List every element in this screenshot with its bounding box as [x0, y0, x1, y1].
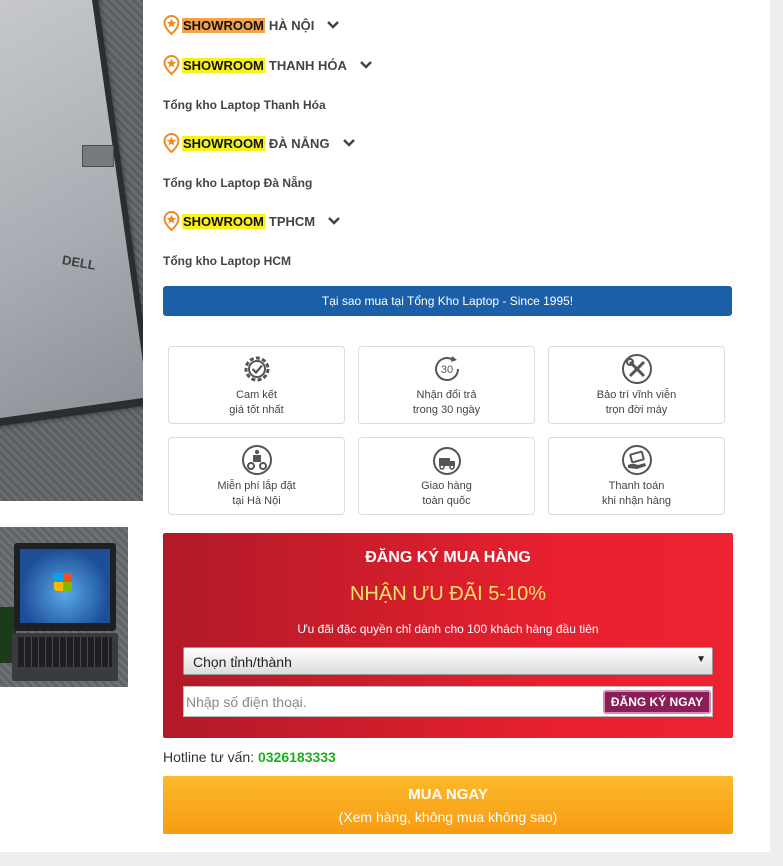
chevron-down-icon[interactable] — [326, 20, 340, 30]
showroom-hcm[interactable]: SHOWROOM TPHCM — [163, 209, 341, 233]
buy-now-sublabel: (Xem hàng, không mua không sao) — [338, 809, 558, 825]
location-pin-icon — [163, 55, 180, 75]
chevron-down-icon[interactable] — [359, 60, 373, 70]
hotline: Hotline tư vấn: 0326183333 — [163, 749, 336, 765]
register-title: ĐĂNG KÝ MUA HÀNG — [365, 549, 531, 566]
showroom-city: THANH HÓA — [268, 57, 347, 73]
product-thumbnail[interactable] — [0, 527, 128, 687]
location-pin-icon — [163, 15, 180, 35]
feature-free-install: Miễn phí lắp đặt tại Hà Nội — [168, 437, 345, 515]
why-buy-banner[interactable]: Tại sao mua tại Tổng Kho Laptop - Since … — [163, 286, 732, 316]
buy-now-label: MUA NGAY — [408, 786, 488, 803]
product-main-image[interactable]: DELL — [0, 0, 143, 501]
chevron-down-icon[interactable] — [327, 216, 341, 226]
free-truck-icon — [433, 447, 461, 475]
showroom-city: TPHCM — [268, 213, 316, 229]
cash-hand-icon — [622, 445, 652, 475]
tools-icon — [622, 354, 652, 384]
feature-line2: trong 30 ngày — [412, 404, 481, 416]
page-gutter-right — [770, 0, 783, 866]
hotline-label: Hotline tư vấn: — [163, 749, 255, 765]
feature-line1: Miễn phí lắp đặt — [217, 480, 296, 492]
svg-text:30: 30 — [441, 364, 453, 376]
delivery-scooter-icon — [242, 445, 272, 475]
feature-line1: Giao hàng — [421, 480, 472, 492]
caret-down-icon: ▼ — [696, 654, 706, 665]
register-form: ĐĂNG KÝ MUA HÀNG NHẬN ƯU ĐÃI 5-10% Ưu đã… — [163, 533, 733, 738]
showroom-tag: SHOWROOM — [182, 17, 265, 33]
showroom-danang[interactable]: SHOWROOM ĐÀ NẴNG — [163, 131, 356, 155]
feature-line2: giá tốt nhất — [229, 404, 284, 416]
location-pin-icon — [163, 133, 180, 153]
register-note: Ưu đãi đặc quyền chỉ dành cho 100 khách … — [297, 622, 599, 636]
feature-nationwide-delivery: Giao hàng toàn quốc — [358, 437, 535, 515]
feature-line1: Nhận đổi trả — [416, 389, 477, 401]
showroom-tag: SHOWROOM — [182, 57, 265, 73]
province-select[interactable]: Chọn tỉnh/thành ▼ — [183, 647, 713, 675]
location-pin-icon — [163, 211, 180, 231]
showroom-city: HÀ NỘI — [268, 17, 315, 33]
buy-now-button[interactable]: MUA NGAY (Xem hàng, không mua không sao) — [163, 776, 733, 834]
register-submit-button[interactable]: ĐĂNG KÝ NGAY — [603, 690, 711, 714]
showroom-hanoi[interactable]: SHOWROOM HÀ NỘI — [163, 13, 340, 37]
return-30-icon: 30 — [435, 356, 459, 381]
chevron-down-icon[interactable] — [342, 138, 356, 148]
warehouse-label: Tổng kho Laptop HCM — [163, 254, 291, 268]
showroom-tag: SHOWROOM — [182, 135, 265, 151]
laptop-lid — [0, 0, 143, 428]
feature-line2: tại Hà Nội — [232, 495, 281, 507]
feature-cash-on-delivery: Thanh toán khi nhận hàng — [548, 437, 725, 515]
phone-input-placeholder: Nhập số điện thoại. — [186, 694, 307, 710]
province-select-value: Chọn tỉnh/thành — [193, 654, 292, 670]
warehouse-label: Tổng kho Laptop Thanh Hóa — [163, 98, 326, 112]
register-offer: NHẬN ƯU ĐÃI 5-10% — [349, 583, 546, 605]
feature-30day-return: 30 Nhận đổi trả trong 30 ngày — [358, 346, 535, 424]
feature-line1: Thanh toán — [608, 480, 665, 492]
showroom-thanhhoa[interactable]: SHOWROOM THANH HÓA — [163, 53, 373, 77]
feature-line1: Bảo trì vĩnh viễn — [596, 389, 677, 401]
hotline-number[interactable]: 0326183333 — [258, 749, 336, 765]
page-gutter-bottom — [0, 852, 783, 866]
laptop-keys — [18, 637, 112, 667]
showroom-tag: SHOWROOM — [182, 213, 265, 229]
showroom-city: ĐÀ NẴNG — [268, 135, 330, 151]
feature-line1: Cam kết — [236, 389, 277, 401]
feature-lifetime-maintenance: Bảo trì vĩnh viễn trọn đời máy — [548, 346, 725, 424]
windows-logo-icon — [54, 573, 72, 591]
check-gear-icon — [244, 356, 270, 382]
laptop-hinge — [82, 145, 114, 167]
feature-line2: khi nhận hàng — [601, 495, 672, 507]
feature-line2: trọn đời máy — [605, 404, 668, 416]
warehouse-label: Tổng kho Laptop Đà Nẵng — [163, 176, 313, 190]
feature-best-price: Cam kết giá tốt nhất — [168, 346, 345, 424]
feature-line2: toàn quốc — [422, 495, 471, 507]
